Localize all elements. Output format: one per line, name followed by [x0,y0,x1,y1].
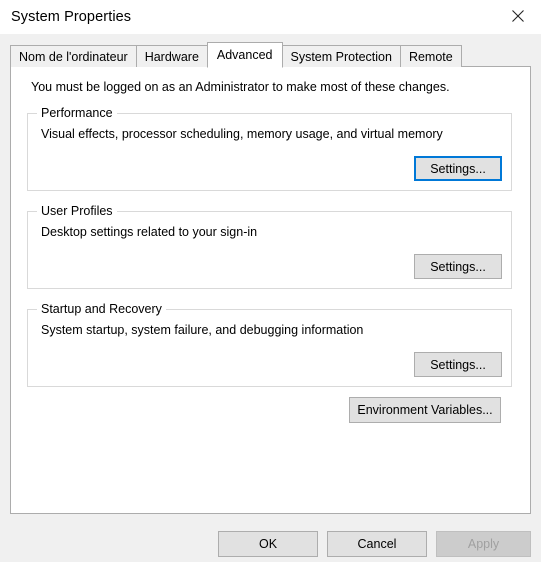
tab-label: Advanced [216,48,273,62]
window-title: System Properties [11,9,132,25]
group-startup-and-recovery-description: System startup, system failure, and debu… [41,323,364,337]
group-performance-title: Performance [37,106,117,120]
group-user-profiles-title: User Profiles [37,204,117,218]
ok-button[interactable]: OK [218,531,318,557]
group-startup-and-recovery-title: Startup and Recovery [37,302,166,316]
group-user-profiles: User Profiles Desktop settings related t… [27,204,512,289]
tab-label: Nom de l'ordinateur [19,49,128,64]
dialog-body: Nom de l'ordinateur Hardware Advanced Sy… [0,34,541,562]
performance-settings-button[interactable]: Settings... [414,156,502,181]
tab-system-protection[interactable]: System Protection [281,45,401,67]
close-button[interactable] [495,0,541,32]
tab-hardware[interactable]: Hardware [135,45,208,67]
tab-advanced[interactable]: Advanced [206,42,283,68]
tab-label: Remote [408,49,453,64]
tab-label: System Protection [290,49,392,64]
startup-recovery-settings-button[interactable]: Settings... [414,352,502,377]
group-performance: Performance Visual effects, processor sc… [27,106,512,191]
tab-content-panel: You must be logged on as an Administrato… [10,66,531,514]
user-profiles-settings-button[interactable]: Settings... [414,254,502,279]
tab-label: Hardware [144,49,199,64]
tab-nom-de-l-ordinateur[interactable]: Nom de l'ordinateur [10,45,137,67]
group-user-profiles-description: Desktop settings related to your sign-in [41,225,258,239]
close-icon [512,10,524,22]
tab-strip: Nom de l'ordinateur Hardware Advanced Sy… [10,41,462,68]
tab-remote[interactable]: Remote [399,45,462,67]
environment-variables-button[interactable]: Environment Variables... [349,397,501,423]
administrator-note: You must be logged on as an Administrato… [31,80,450,94]
group-startup-and-recovery: Startup and Recovery System startup, sys… [27,302,512,387]
apply-button[interactable]: Apply [436,531,531,557]
title-bar: System Properties [0,0,541,34]
group-performance-description: Visual effects, processor scheduling, me… [41,127,443,141]
cancel-button[interactable]: Cancel [327,531,427,557]
